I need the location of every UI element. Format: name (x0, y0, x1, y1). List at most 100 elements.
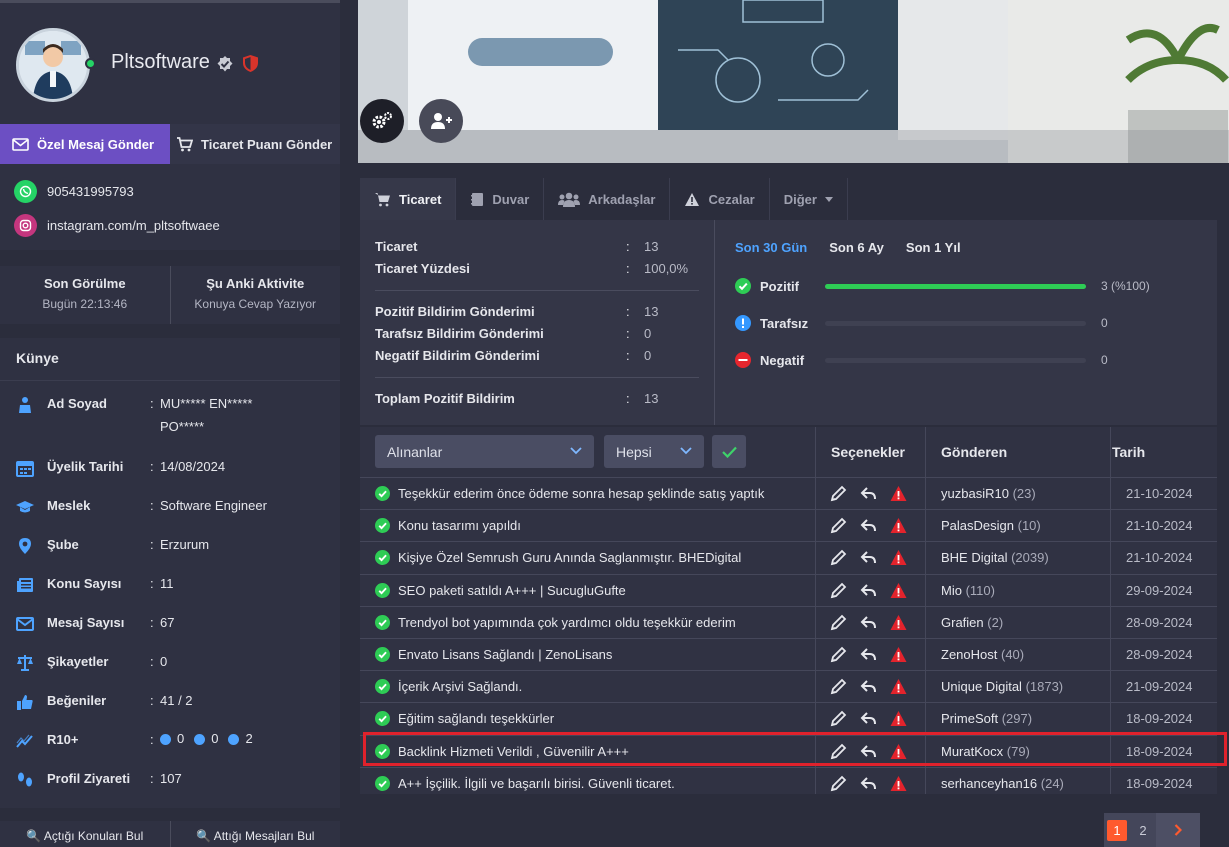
whatsapp-contact[interactable]: 905431995793 (14, 180, 134, 203)
bar-count: 0 (1101, 353, 1108, 367)
send-private-message-button[interactable]: Özel Mesaj Gönder (0, 124, 170, 164)
tab-friends[interactable]: Arkadaşlar (544, 178, 671, 220)
stat-row: Tarafsız Bildirim Gönderimi:0 (375, 326, 652, 341)
send-trade-rating-button[interactable]: Ticaret Puanı Gönder (170, 124, 340, 164)
warning-icon[interactable] (890, 775, 907, 792)
reply-icon[interactable] (860, 614, 877, 631)
r10-dot-icon (194, 733, 206, 745)
check-circle-icon (375, 775, 390, 791)
period-30-days[interactable]: Son 30 Gün (735, 240, 807, 255)
instagram-contact[interactable]: instagram.com/m_pltsoftwaee (14, 214, 220, 237)
warning-icon[interactable] (890, 517, 907, 534)
warning-icon[interactable] (890, 582, 907, 599)
feedback-date: 21-10-2024 (1126, 518, 1193, 534)
r10-value-1: 0 (177, 731, 185, 746)
online-status-dot (85, 58, 96, 69)
chart-line-icon (16, 734, 33, 748)
reply-icon[interactable] (860, 517, 877, 534)
reply-icon[interactable] (860, 485, 877, 502)
stat-value: 13 (644, 304, 659, 319)
pencil-icon[interactable] (830, 614, 847, 631)
warning-icon[interactable] (890, 646, 907, 663)
sender[interactable]: ZenoHost (40) (941, 647, 1024, 662)
detail-value: 11 (160, 576, 174, 591)
avatar[interactable] (16, 28, 90, 102)
warning-icon[interactable] (890, 485, 907, 502)
detail-value: Erzurum (160, 537, 210, 552)
minus-circle-icon (735, 352, 751, 368)
pencil-icon[interactable] (830, 775, 847, 792)
warning-icon[interactable] (890, 678, 907, 695)
find-messages-button[interactable]: 🔍 Attığı Mesajları Bul (169, 821, 341, 847)
sender[interactable]: yuzbasiR10 (23) (941, 486, 1036, 501)
reply-icon[interactable] (860, 582, 877, 599)
pencil-icon[interactable] (830, 710, 847, 727)
tab-other[interactable]: Diğer (770, 178, 848, 220)
scope-filter-select[interactable]: Hepsi (604, 435, 704, 468)
last-seen: Son Görülme Bugün 22:13:46 (0, 266, 170, 324)
sender-count: (23) (1012, 486, 1036, 501)
feedback-date: 21-10-2024 (1126, 486, 1193, 501)
cover-settings-button[interactable] (360, 99, 404, 143)
stat-value: 13 (644, 391, 659, 406)
positive-progress-fill (825, 284, 1086, 289)
next-page-button[interactable] (1156, 813, 1200, 847)
stat-row: Ticaret:13 (375, 239, 659, 254)
detail-label: Şikayetler (47, 654, 109, 669)
warning-icon[interactable] (890, 614, 907, 631)
received-filter-select[interactable]: Alınanlar (375, 435, 594, 468)
reply-icon[interactable] (860, 775, 877, 792)
sender-name: BHE Digital (941, 550, 1008, 566)
reply-icon[interactable] (860, 710, 877, 727)
tab-wall[interactable]: Duvar (456, 178, 545, 220)
sender[interactable]: serhanceyhan16 (24) (941, 776, 1064, 791)
send-trade-rating-label: Ticaret Puanı Gönder (201, 136, 333, 152)
profile-details-title: Künye (16, 350, 59, 366)
scale-icon (17, 655, 33, 671)
row-options (830, 582, 907, 599)
apply-filter-button[interactable] (712, 435, 746, 468)
tab-trade[interactable]: Ticaret (360, 178, 457, 220)
warning-icon[interactable] (890, 549, 907, 566)
add-friend-button[interactable] (419, 99, 463, 143)
sender[interactable]: BHE Digital (2039) (941, 550, 1049, 565)
sender[interactable]: Mio (110) (941, 583, 995, 598)
period-6-months[interactable]: Son 6 Ay (829, 240, 884, 255)
sender[interactable]: PrimeSoft (297) (941, 711, 1032, 726)
stat-row: Ticaret Yüzdesi:100,0% (375, 261, 689, 276)
reply-icon[interactable] (860, 646, 877, 663)
sender-count: (10) (1017, 518, 1041, 534)
find-topics-button[interactable]: 🔍 Açtığı Konuları Bul (0, 821, 170, 847)
detail-label: Beğeniler (47, 693, 107, 708)
sender-name: ZenoHost (941, 647, 998, 662)
period-1-year[interactable]: Son 1 Yıl (906, 240, 961, 255)
warning-icon[interactable] (890, 710, 907, 727)
tab-label: Cezalar (708, 191, 755, 207)
page-1-button[interactable]: 1 (1104, 813, 1130, 847)
tab-penalties[interactable]: Cezalar (670, 178, 770, 220)
pencil-icon[interactable] (830, 517, 847, 534)
sender-name: PalasDesign (941, 518, 1014, 534)
pencil-icon[interactable] (830, 678, 847, 695)
thumbs-up-icon (17, 695, 33, 710)
sender[interactable]: PalasDesign (10) (941, 518, 1041, 533)
pencil-icon[interactable] (830, 582, 847, 599)
detail-label: R10+ (47, 732, 79, 747)
options-column-header: Seçenekler (831, 444, 905, 460)
neutral-progress-track (825, 321, 1086, 326)
pencil-icon[interactable] (830, 646, 847, 663)
period-filter: Son 30 Gün Son 6 Ay Son 1 Yıl (735, 240, 961, 255)
reply-icon[interactable] (860, 678, 877, 695)
detail-value: 107 (160, 771, 182, 786)
trade-stats-panel: Ticaret:13 Ticaret Yüzdesi:100,0% Poziti… (360, 220, 1217, 425)
sender[interactable]: Unique Digital (1873) (941, 679, 1063, 694)
reply-icon[interactable] (860, 549, 877, 566)
feedback-date: 28-09-2024 (1126, 614, 1193, 630)
detail-label: Şube (47, 537, 79, 552)
newspaper-icon (17, 578, 33, 592)
pencil-icon[interactable] (830, 549, 847, 566)
page-2-button[interactable]: 2 (1130, 813, 1156, 847)
pencil-icon[interactable] (830, 485, 847, 502)
sender-count: (24) (1040, 775, 1064, 791)
sender[interactable]: Grafien (2) (941, 615, 1003, 630)
